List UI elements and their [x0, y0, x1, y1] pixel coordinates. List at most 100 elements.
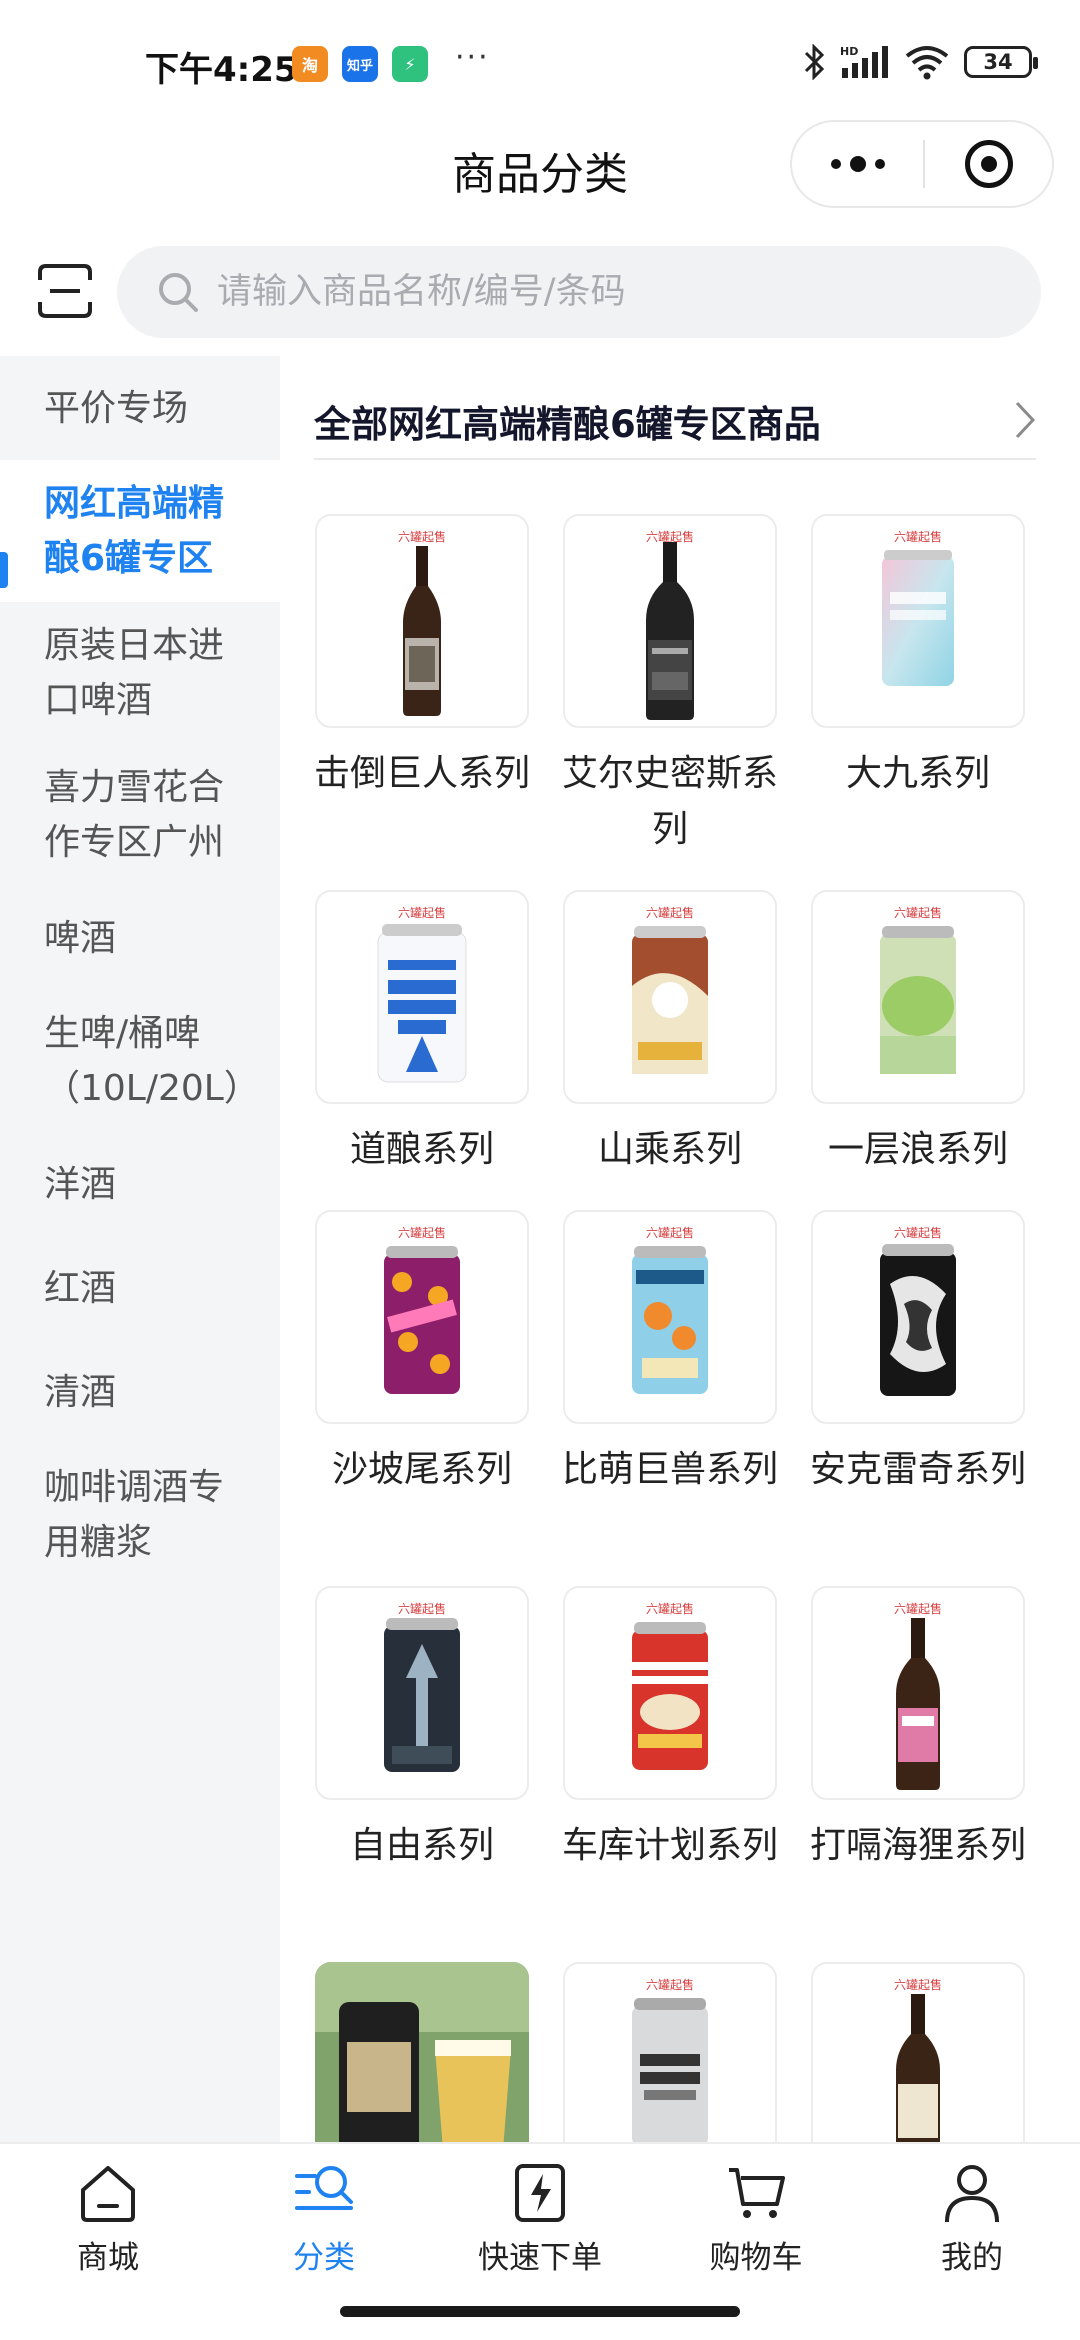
product-card[interactable]: 六罐起售 安克雷奇系列: [810, 1210, 1026, 1498]
product-thumbnail: 六罐起售: [563, 890, 777, 1104]
product-thumbnail: 六罐起售: [563, 1962, 777, 2142]
tab-quick-order[interactable]: 快速下单: [432, 2144, 648, 2292]
sidebar-item-draft-keg[interactable]: 生啤/桶啤（10L/20L）: [0, 990, 280, 1132]
product-thumbnail: 六罐起售: [811, 1210, 1025, 1424]
home-icon: [81, 2166, 135, 2222]
product-thumbnail: 六罐起售: [315, 514, 529, 728]
miniprogram-capsule: [790, 120, 1054, 208]
black-can-icon: [880, 1244, 956, 1396]
product-thumbnail: 六罐起售: [811, 890, 1025, 1104]
status-indicators: HD 34: [802, 44, 1038, 80]
signal-icon: HD: [840, 45, 888, 78]
thumb-tag: 六罐起售: [893, 1978, 942, 1992]
product-card[interactable]: [314, 1962, 530, 2142]
product-card[interactable]: 六罐起售 打嗝海狸系列: [810, 1586, 1026, 1874]
thumb-tag: 六罐起售: [645, 1602, 694, 1616]
product-thumbnail: [315, 1962, 529, 2142]
beer-photo-icon: [315, 1962, 529, 2142]
product-name: 一层浪系列: [827, 1129, 1008, 1170]
close-miniprogram-button[interactable]: [925, 140, 1052, 188]
pastel-can-icon: [882, 550, 954, 686]
product-thumbnail: 六罐起售: [563, 1210, 777, 1424]
more-notifications-icon: ···: [455, 40, 490, 75]
thumb-tag: 六罐起售: [397, 906, 446, 920]
tab-home[interactable]: 商城: [0, 2144, 216, 2292]
lightning-order-icon: [515, 2164, 565, 2222]
tab-category[interactable]: 分类: [216, 2144, 432, 2292]
green-can-icon: [880, 926, 956, 1074]
scan-icon[interactable]: [36, 262, 94, 320]
product-card[interactable]: 六罐起售 艾尔史密斯系列: [562, 514, 778, 858]
more-menu-button[interactable]: [792, 122, 923, 206]
tab-cart[interactable]: 购物车: [648, 2144, 864, 2292]
thumb-tag: 六罐起售: [397, 1602, 446, 1616]
thumb-tag: 六罐起售: [645, 906, 694, 920]
sidebar-item-sake[interactable]: 清酒: [0, 1340, 280, 1444]
product-thumbnail: 六罐起售: [315, 1210, 529, 1424]
wifi-icon: [905, 46, 949, 80]
sidebar-item-liquor[interactable]: 洋酒: [0, 1132, 280, 1236]
tab-label: 商城: [77, 2240, 139, 2276]
product-card[interactable]: 六罐起售 道酿系列: [314, 890, 530, 1178]
thumb-tag: 六罐起售: [893, 906, 942, 920]
product-name: 大九系列: [845, 753, 990, 794]
product-thumbnail: 六罐起售: [811, 1962, 1025, 2142]
status-bar: 下午4:25 淘 知乎 ⚡ ··· HD 34: [0, 0, 1080, 120]
search-input[interactable]: [217, 272, 977, 312]
pink-can-icon: [384, 1246, 460, 1394]
product-card[interactable]: 六罐起售 击倒巨人系列: [314, 514, 530, 802]
product-card[interactable]: 六罐起售: [810, 1962, 1026, 2142]
sidebar-item-heineken-snow[interactable]: 喜力雪花合作专区广州: [0, 744, 280, 886]
dark-bottle-icon: [403, 546, 441, 716]
tab-profile[interactable]: 我的: [864, 2144, 1080, 2292]
product-card[interactable]: 六罐起售 比萌巨兽系列: [562, 1210, 778, 1498]
product-card[interactable]: 六罐起售 车库计划系列: [562, 1586, 778, 1874]
thumb-tag: 六罐起售: [893, 1602, 942, 1616]
sidebar-item-label: 洋酒: [44, 1163, 117, 1205]
product-card[interactable]: 六罐起售 山乘系列: [562, 890, 778, 1178]
sidebar-item-label: 清酒: [44, 1371, 117, 1413]
sidebar-item-budget[interactable]: 平价专场: [0, 356, 280, 460]
white-can-icon: [377, 924, 467, 1083]
cart-icon: [729, 2168, 785, 2218]
dark-bottle-icon: [896, 1994, 940, 2142]
sidebar-item-beer[interactable]: 啤酒: [0, 886, 280, 990]
section-title: 全部网红高端精酿6罐专区商品: [314, 403, 821, 446]
product-card[interactable]: 六罐起售 沙坡尾系列: [314, 1210, 530, 1498]
product-thumbnail: 六罐起售: [811, 514, 1025, 728]
sidebar-item-label: 原装日本进口啤酒: [44, 625, 225, 721]
illustrated-can-icon: [632, 926, 708, 1074]
product-card[interactable]: 六罐起售 自由系列: [314, 1586, 530, 1874]
sidebar-item-japan-import[interactable]: 原装日本进口啤酒: [0, 602, 280, 744]
search-icon: [159, 273, 198, 312]
sidebar-item-syrup[interactable]: 咖啡调酒专用糖浆: [0, 1444, 280, 1586]
thumb-tag: 六罐起售: [645, 1978, 694, 1992]
dot-icon: [874, 159, 885, 169]
bottom-tab-bar: 商城 分类 快速下单 购物车 我的: [0, 2142, 1080, 2292]
tab-label: 购物车: [709, 2240, 803, 2276]
product-thumbnail: 六罐起售: [315, 890, 529, 1104]
product-content: 全部网红高端精酿6罐专区商品 六罐起售 击倒巨人系列 六罐起售 艾尔史密斯系列: [280, 356, 1080, 2142]
dark-bottle-icon: [896, 1618, 940, 1790]
sidebar-item-label: 咖啡调酒专用糖浆: [44, 1467, 225, 1563]
power-app-icon: ⚡: [392, 46, 428, 82]
sidebar-item-craft-6can[interactable]: 网红高端精酿6罐专区: [0, 460, 280, 602]
search-bar[interactable]: [117, 246, 1041, 338]
product-thumbnail: 六罐起售: [563, 1586, 777, 1800]
screen: 下午4:25 淘 知乎 ⚡ ··· HD 34 商品分类 请输入商品名称/编号/…: [0, 0, 1080, 2340]
product-card[interactable]: 六罐起售: [562, 1962, 778, 2142]
tab-label: 我的: [941, 2240, 1003, 2276]
thumb-tag: 六罐起售: [645, 1226, 694, 1240]
dark-can-icon: [384, 1618, 460, 1772]
sidebar-item-wine[interactable]: 红酒: [0, 1236, 280, 1340]
product-name: 安克雷奇系列: [810, 1449, 1027, 1490]
product-card[interactable]: 六罐起售 大九系列: [810, 514, 1026, 802]
status-time: 下午4:25: [145, 50, 298, 90]
product-name: 艾尔史密斯系列: [562, 753, 779, 850]
product-card[interactable]: 六罐起售 一层浪系列: [810, 890, 1026, 1178]
section-header[interactable]: 全部网红高端精酿6罐专区商品: [314, 394, 1036, 460]
home-indicator[interactable]: [340, 2306, 740, 2317]
product-name: 打嗝海狸系列: [810, 1825, 1027, 1866]
product-name: 车库计划系列: [562, 1825, 779, 1866]
sidebar-item-label: 喜力雪花合作专区广州: [44, 767, 225, 863]
